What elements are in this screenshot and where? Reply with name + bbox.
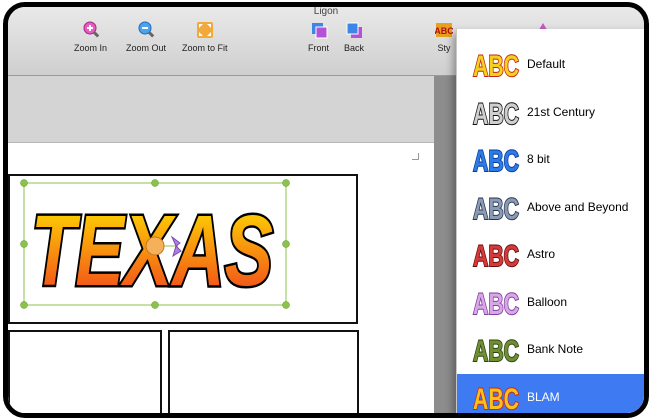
zoom-out-icon bbox=[138, 21, 155, 38]
right-panel-strip bbox=[434, 76, 458, 413]
comic-panel-bottom-left[interactable] bbox=[8, 330, 162, 413]
style-menu-item[interactable]: ABC Default bbox=[457, 41, 644, 87]
abc-astro-style-icon: ABC bbox=[472, 239, 520, 272]
style-menu: ABC Default ABC 21st Century ABC 8 bit ABC Abov… bbox=[456, 29, 644, 415]
svg-text:ABC: ABC bbox=[473, 240, 519, 272]
svg-text:ABC: ABC bbox=[473, 145, 519, 177]
abc-above-and-beyond-style-icon: ABC bbox=[472, 192, 520, 225]
back-label: Back bbox=[344, 43, 365, 53]
screenshot-stage: Ligon Zoom In Zoom Out Zoom to Fit Front… bbox=[0, 0, 650, 418]
document-page: TEXAS bbox=[8, 143, 434, 413]
abc-8-bit-style-icon: ABC bbox=[472, 144, 520, 177]
page-corner-mark bbox=[412, 153, 419, 160]
zoom-out-button[interactable]: Zoom Out bbox=[126, 21, 166, 53]
texas-title-art[interactable]: TEXAS bbox=[20, 179, 298, 310]
zoom-to-fit-button[interactable]: Zoom to Fit bbox=[182, 21, 228, 53]
style-menu-item[interactable]: ABC Bank Note bbox=[457, 326, 644, 372]
zoom-to-fit-label: Zoom to Fit bbox=[182, 43, 228, 53]
abc-balloon-style-icon: ABC bbox=[472, 287, 520, 320]
style-label: Sty bbox=[437, 43, 451, 53]
style-menu-item[interactable]: ABC Balloon bbox=[457, 279, 644, 325]
style-menu-item-label: Astro bbox=[527, 247, 556, 261]
style-menu-item[interactable]: ABC 8 bit bbox=[457, 136, 644, 182]
style-menu-item-label: 21st Century bbox=[527, 104, 596, 119]
style-menu-item-label: BLAM bbox=[527, 389, 560, 404]
center-handle[interactable] bbox=[145, 236, 165, 256]
style-menu-item[interactable]: ABC BLAM bbox=[457, 373, 644, 415]
zoom-in-label: Zoom In bbox=[74, 43, 108, 53]
style-button[interactable]: ABC Sty bbox=[435, 21, 453, 53]
style-menu-item-label: Above and Beyond bbox=[527, 199, 629, 214]
send-to-back-icon bbox=[346, 22, 362, 38]
app-window: Ligon Zoom In Zoom Out Zoom to Fit Front… bbox=[3, 2, 649, 418]
style-menu-item-label: 8 bit bbox=[527, 152, 550, 166]
style-abc-icon: ABC bbox=[435, 23, 453, 37]
front-label: Front bbox=[308, 43, 330, 53]
svg-text:ABC: ABC bbox=[473, 288, 519, 320]
svg-text:ABC: ABC bbox=[473, 335, 519, 367]
svg-text:ABC: ABC bbox=[473, 193, 519, 225]
abc-blam-style-icon: ABC bbox=[472, 382, 520, 415]
zoom-in-button[interactable]: Zoom In bbox=[74, 21, 107, 53]
abc-21st-century-style-icon: ABC bbox=[472, 97, 520, 130]
style-menu-item[interactable]: ABC 21st Century bbox=[457, 89, 644, 135]
zoom-out-label: Zoom Out bbox=[126, 43, 167, 53]
send-back-button[interactable]: Back bbox=[344, 21, 364, 53]
style-menu-item-label: Bank Note bbox=[527, 342, 584, 356]
style-menu-item[interactable]: ABC Astro bbox=[457, 231, 644, 277]
style-menu-item-label: Balloon bbox=[527, 294, 568, 309]
style-menu-item-label: Default bbox=[527, 57, 566, 71]
svg-text:ABC: ABC bbox=[435, 26, 453, 36]
svg-text:ABC: ABC bbox=[473, 383, 519, 415]
svg-text:ABC: ABC bbox=[473, 50, 519, 82]
bring-front-button[interactable]: Front bbox=[308, 21, 329, 53]
bring-to-front-icon bbox=[311, 23, 327, 39]
window-title: Ligon bbox=[313, 6, 339, 17]
zoom-to-fit-icon bbox=[196, 22, 213, 38]
style-menu-item[interactable]: ABC Above and Beyond bbox=[457, 184, 644, 230]
svg-text:ABC: ABC bbox=[473, 98, 519, 130]
abc-bank-note-style-icon: ABC bbox=[472, 334, 520, 367]
abc-default-style-icon: ABC bbox=[472, 49, 520, 82]
zoom-in-icon bbox=[83, 21, 99, 38]
comic-panel-bottom-right[interactable] bbox=[168, 330, 359, 413]
